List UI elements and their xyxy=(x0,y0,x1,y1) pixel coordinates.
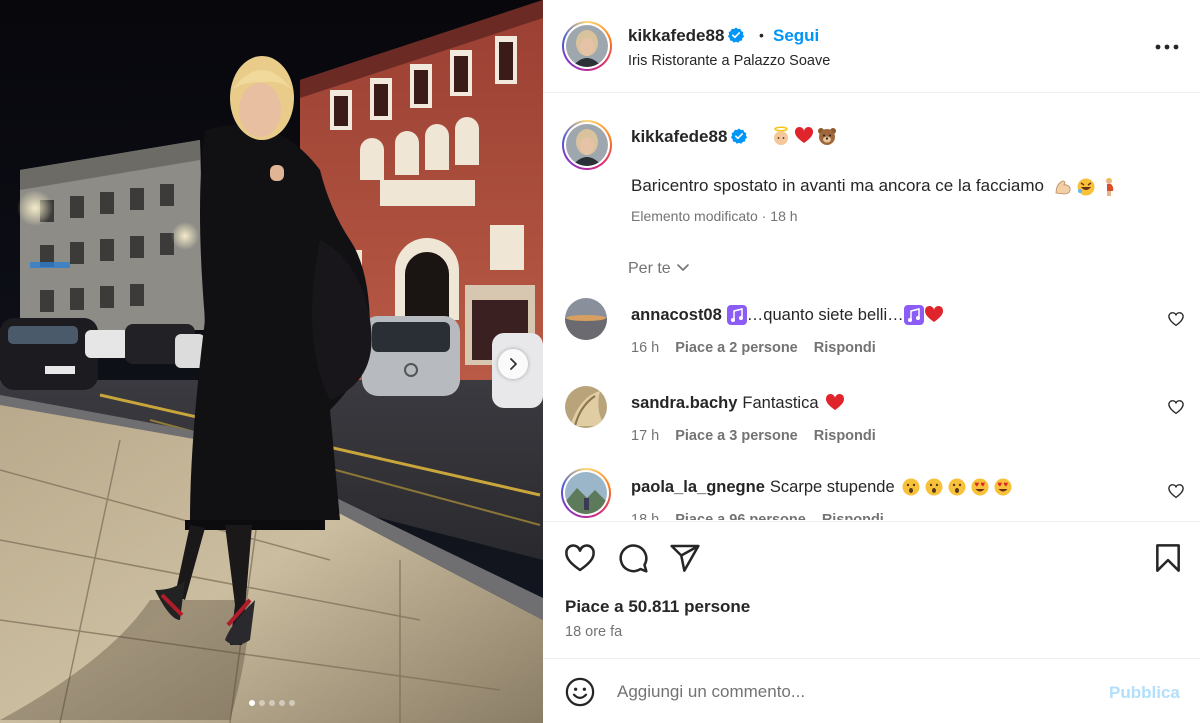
author-username[interactable]: kikkafede88 xyxy=(628,26,745,46)
comment-meta: 18 h Piace a 96 persone Rispondi xyxy=(631,512,884,520)
avatar-image xyxy=(566,25,608,67)
add-comment-bar: Pubblica xyxy=(543,658,1200,723)
chevron-down-icon xyxy=(676,264,689,271)
verified-badge-icon xyxy=(728,27,745,43)
flexed-biceps-emoji xyxy=(1055,180,1071,194)
comment-emojis xyxy=(901,477,1013,497)
carousel-indicator xyxy=(0,700,543,706)
avatar-image xyxy=(566,124,608,166)
heart-eyes-emoji xyxy=(994,478,1012,496)
music-notes-emoji xyxy=(726,305,747,325)
author-avatar[interactable] xyxy=(562,21,612,71)
astonished-face-emoji xyxy=(902,478,920,496)
comment-meta: 17 h Piace a 3 persone Rispondi xyxy=(631,428,876,444)
comment-body: annacost08 …quanto siete belli… xyxy=(631,305,944,325)
carousel-dot xyxy=(278,700,285,706)
commenter-avatar[interactable] xyxy=(565,386,607,428)
comment-body: sandra.bachy Fantastica xyxy=(631,393,845,413)
comment-username[interactable]: sandra.bachy xyxy=(631,394,737,413)
reply-button[interactable]: Rispondi xyxy=(822,512,884,520)
bear-emoji xyxy=(818,128,836,145)
publish-button[interactable]: Pubblica xyxy=(1109,683,1180,703)
post-location[interactable]: Iris Ristorante a Palazzo Soave xyxy=(628,53,830,69)
like-comment-heart-icon[interactable] xyxy=(1167,398,1185,416)
more-horizontal-icon[interactable] xyxy=(1153,36,1181,58)
comments-section[interactable]: kikkafede88 Baricentro spostato in avant… xyxy=(543,94,1200,520)
astonished-face-emoji xyxy=(948,478,966,496)
commenter-avatar[interactable] xyxy=(565,298,607,340)
comment-time[interactable]: 16 h xyxy=(631,340,659,356)
comment-input[interactable] xyxy=(617,678,1087,706)
bookmark-icon[interactable] xyxy=(1152,542,1184,574)
chevron-right-icon xyxy=(510,358,517,370)
post-photo-image xyxy=(0,0,543,723)
caption-username[interactable]: kikkafede88 xyxy=(631,127,748,147)
caption-emoji-group xyxy=(771,126,837,146)
avatar-image xyxy=(565,298,607,340)
post-time[interactable]: 18 ore fa xyxy=(565,624,622,640)
likes-count[interactable]: Piace a 50.811 persone xyxy=(565,597,750,617)
carousel-dot xyxy=(248,700,255,706)
comment-body: paola_la_gnegne Scarpe stupende xyxy=(631,477,1013,497)
emoji-picker-icon[interactable] xyxy=(565,677,595,707)
red-heart-emoji xyxy=(825,393,844,410)
comment-likes[interactable]: Piace a 2 persone xyxy=(675,340,798,356)
comment-item: sandra.bachy Fantastica 17 h Piace a 3 p… xyxy=(543,384,1200,472)
comment-time[interactable]: 18 h xyxy=(631,512,659,520)
share-icon[interactable] xyxy=(669,542,701,574)
astonished-face-emoji xyxy=(925,478,943,496)
comment-likes[interactable]: Piace a 96 persone xyxy=(675,512,806,520)
carousel-dot xyxy=(268,700,275,706)
carousel-dot xyxy=(288,700,295,706)
reply-button[interactable]: Rispondi xyxy=(814,340,876,356)
red-heart-emoji xyxy=(794,126,814,143)
avatar-image xyxy=(565,386,607,428)
comments-filter-dropdown[interactable]: Per te xyxy=(628,259,691,278)
comment-item: annacost08 …quanto siete belli… 16 h Pia… xyxy=(543,296,1200,384)
reply-button[interactable]: Rispondi xyxy=(814,428,876,444)
verified-badge-icon xyxy=(731,128,748,144)
heart-icon[interactable] xyxy=(564,542,596,574)
angel-emoji xyxy=(774,126,788,145)
header-separator: • xyxy=(759,27,764,43)
like-comment-heart-icon[interactable] xyxy=(1167,482,1185,500)
post-details-panel: kikkafede88 • Segui Iris Ristorante a Pa… xyxy=(543,0,1200,723)
comment-username[interactable]: paola_la_gnegne xyxy=(631,478,765,497)
heart-eyes-emoji xyxy=(971,478,989,496)
comment-likes[interactable]: Piace a 3 persone xyxy=(675,428,798,444)
post-header: kikkafede88 • Segui Iris Ristorante a Pa… xyxy=(543,0,1200,93)
music-notes-emoji xyxy=(903,305,924,325)
comment-item: paola_la_gnegne Scarpe stupende 18 h Pia… xyxy=(543,468,1200,520)
pregnant-woman-emoji xyxy=(1105,177,1113,196)
carousel-next-button[interactable] xyxy=(498,349,528,379)
avatar-image xyxy=(565,472,607,514)
caption-text: Baricentro spostato in avanti ma ancora … xyxy=(631,176,1119,197)
rolling-laughing-emoji xyxy=(1077,178,1095,196)
post-photo[interactable] xyxy=(0,0,543,723)
post-actions: Piace a 50.811 persone 18 ore fa xyxy=(543,521,1200,658)
follow-button[interactable]: Segui xyxy=(773,26,819,46)
caption-avatar[interactable] xyxy=(562,120,612,170)
comment-time[interactable]: 17 h xyxy=(631,428,659,444)
caption-meta: Elemento modificato · 18 h xyxy=(631,208,798,224)
comment-icon[interactable] xyxy=(617,542,649,574)
like-comment-heart-icon[interactable] xyxy=(1167,310,1185,328)
comment-meta: 16 h Piace a 2 persone Rispondi xyxy=(631,340,876,356)
commenter-avatar[interactable] xyxy=(561,468,611,518)
carousel-dot xyxy=(258,700,265,706)
comment-username[interactable]: annacost08 xyxy=(631,306,722,325)
caption-text-emojis xyxy=(1053,177,1119,197)
red-heart-emoji xyxy=(924,305,943,322)
